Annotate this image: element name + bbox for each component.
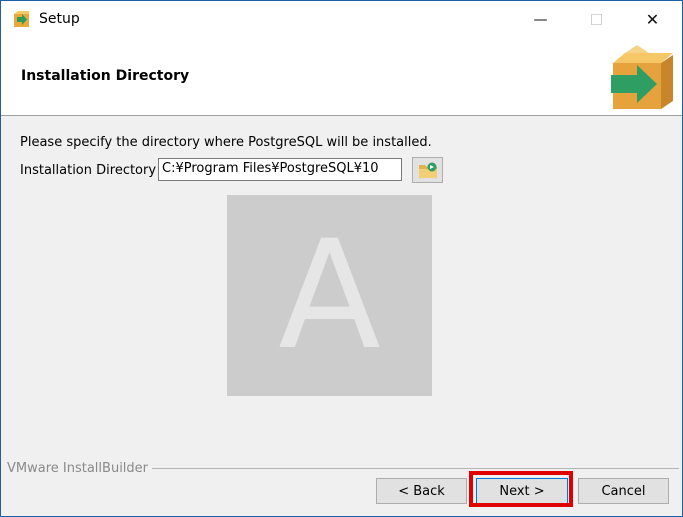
installation-directory-input[interactable]: C:¥Program Files¥PostgreSQL¥10 [158,158,402,181]
next-button-highlight [469,471,573,507]
folder-browse-icon [418,162,437,178]
branding-text: VMware InstallBuilder [7,461,153,476]
minimize-icon: — [533,11,548,28]
cancel-button[interactable]: Cancel [578,478,669,504]
title-bar: Setup — ☐ ✕ [1,1,682,38]
window-title: Setup [39,11,80,27]
placeholder-letter: A [278,208,381,383]
description-text: Please specify the directory where Postg… [20,135,432,150]
minimize-button[interactable]: — [517,1,564,38]
installation-directory-label: Installation Directory [20,163,157,178]
app-icon [14,11,29,27]
back-button[interactable]: < Back [376,478,467,504]
maximize-icon: ☐ [589,10,604,29]
setup-window: Setup — ☐ ✕ Installation Directory Pleas… [0,0,683,517]
box-arrow-icon [611,45,673,109]
placeholder-image: A [227,195,432,396]
wizard-header: Installation Directory [1,38,682,116]
browse-button[interactable] [412,157,443,183]
page-title: Installation Directory [21,68,190,84]
close-icon: ✕ [645,10,660,29]
close-button[interactable]: ✕ [629,1,676,38]
maximize-button: ☐ [573,1,620,38]
